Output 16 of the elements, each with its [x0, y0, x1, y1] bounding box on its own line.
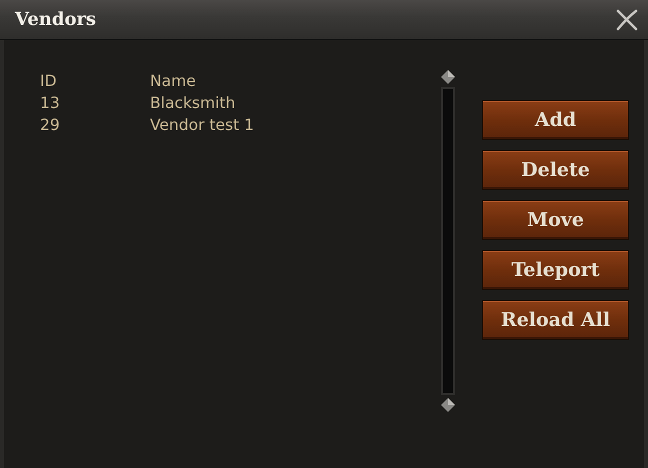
- scrollbar-track[interactable]: [441, 87, 455, 395]
- action-button[interactable]: Teleport: [482, 250, 629, 290]
- close-icon[interactable]: [616, 8, 638, 30]
- table-cell-text: Vendor test 1: [150, 115, 254, 136]
- action-button[interactable]: Add: [482, 100, 629, 140]
- action-button[interactable]: Delete: [482, 150, 629, 190]
- action-button[interactable]: Reload All: [482, 300, 629, 340]
- diamond-icon[interactable]: [441, 70, 455, 84]
- diamond-icon[interactable]: [441, 398, 455, 412]
- table-cell-text: 13: [40, 93, 60, 114]
- column-header: ID: [40, 71, 57, 92]
- table-cell-text: Blacksmith: [150, 93, 236, 114]
- table-cell-text: 29: [40, 115, 60, 136]
- action-button[interactable]: Move: [482, 200, 629, 240]
- window-title: Vendors: [15, 8, 96, 32]
- column-header: Name: [150, 71, 196, 92]
